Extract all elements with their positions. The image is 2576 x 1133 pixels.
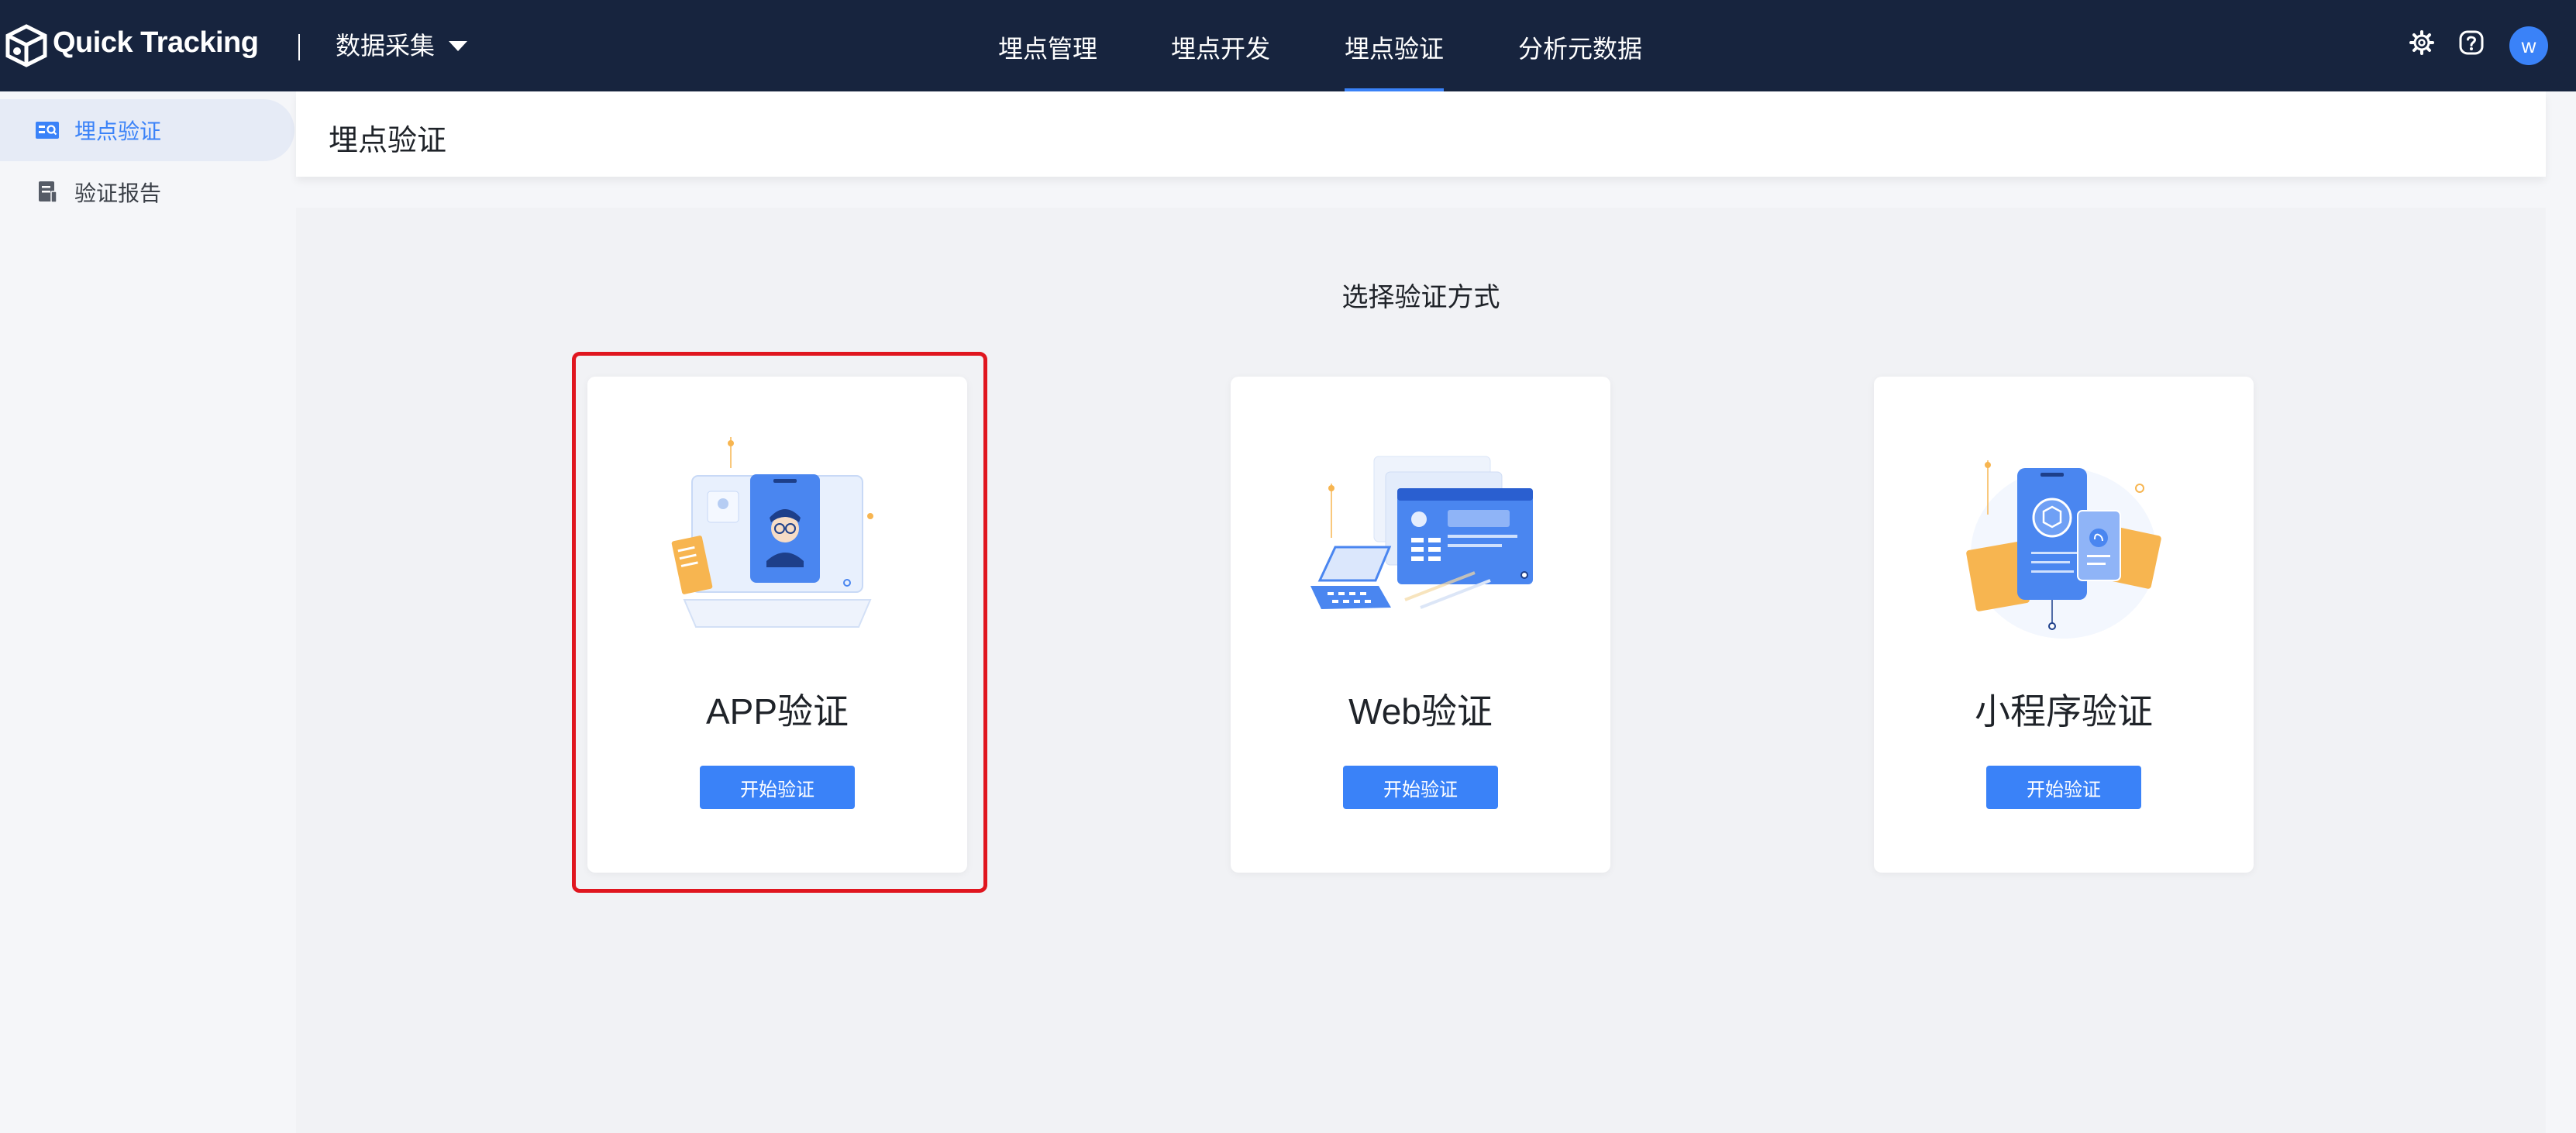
top-navbar: Quick Tracking 数据采集 埋点管理 埋点开发 埋点验证 分析元数据… (0, 0, 2576, 91)
project-name: 数据采集 (336, 31, 436, 60)
card-title: APP验证 (705, 691, 849, 732)
page-title: 埋点验证 (329, 123, 447, 157)
help-icon[interactable] (2458, 29, 2485, 56)
nav-tab-development[interactable]: 埋点开发 (1171, 29, 1270, 65)
start-web-verify-button[interactable]: 开始验证 (1343, 766, 1498, 809)
sidebar-item-label: 埋点验证 (74, 119, 162, 144)
main-content: 选择验证方式 APP验证 开始验证 Web验证 开始验证 小程序验证 开始验证 (296, 208, 2546, 1133)
gear-icon[interactable] (2409, 29, 2435, 56)
app-name: Quick Tracking (53, 26, 259, 59)
start-miniprogram-verify-button[interactable]: 开始验证 (1986, 766, 2141, 809)
page-header: 埋点验证 (296, 91, 2546, 177)
logo-icon (5, 24, 47, 67)
nav-tab-management[interactable]: 埋点管理 (998, 29, 1097, 65)
verify-icon (36, 122, 59, 139)
caret-down-icon (449, 40, 468, 51)
app-verify-card[interactable]: APP验证 开始验证 (587, 377, 967, 873)
card-title: 小程序验证 (1975, 691, 2153, 732)
web-verify-card[interactable]: Web验证 开始验证 (1231, 377, 1610, 873)
report-icon (39, 181, 57, 203)
logo-divider (298, 34, 300, 60)
sidebar-item-verification[interactable]: 埋点验证 (0, 99, 294, 161)
project-switcher[interactable]: 数据采集 (336, 26, 468, 62)
nav-tab-verification[interactable]: 埋点验证 (1345, 29, 1445, 91)
sidebar-item-label: 验证报告 (74, 181, 162, 206)
section-title: 选择验证方式 (1341, 282, 1500, 313)
web-illustration (1310, 456, 1533, 609)
sidebar: 埋点验证 验证报告 (0, 91, 294, 1133)
nav-tab-metadata[interactable]: 分析元数据 (1518, 29, 1642, 65)
miniprogram-illustration (1966, 460, 2161, 639)
app-illustration (671, 437, 873, 628)
miniprogram-verify-card[interactable]: 小程序验证 开始验证 (1874, 377, 2254, 873)
sidebar-item-report[interactable]: 验证报告 (0, 161, 294, 223)
avatar[interactable]: w (2509, 26, 2548, 65)
card-title: Web验证 (1348, 691, 1493, 732)
start-app-verify-button[interactable]: 开始验证 (700, 766, 855, 809)
